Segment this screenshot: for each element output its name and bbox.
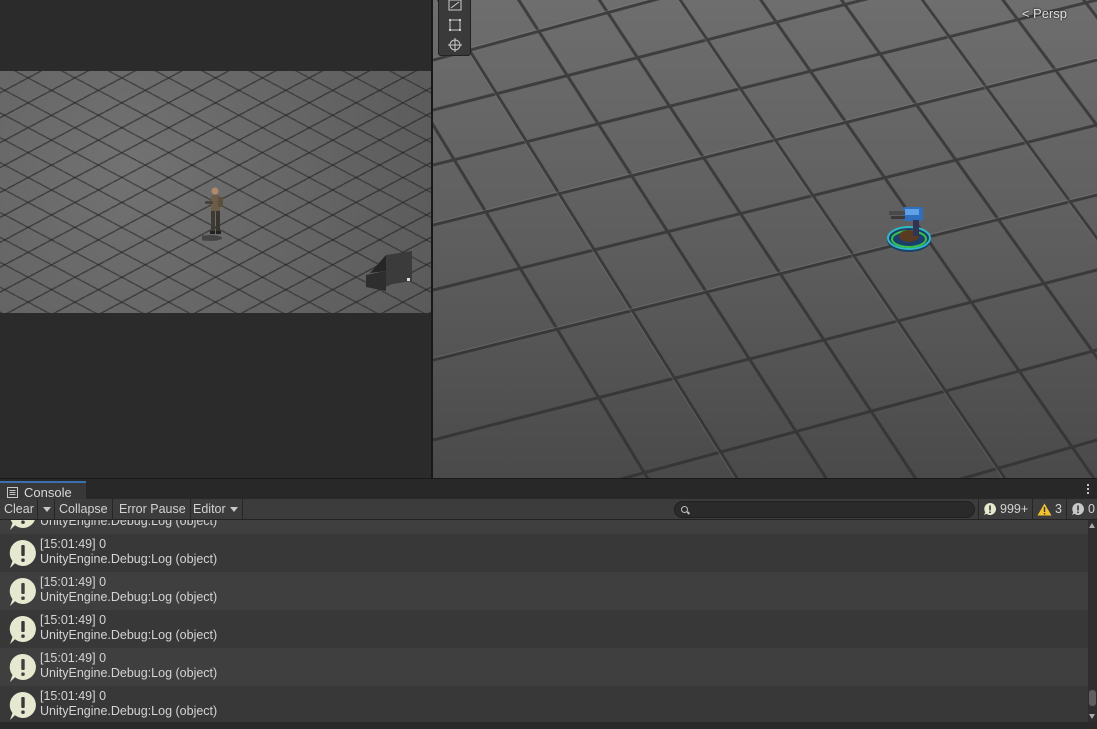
log-entry[interactable]: [15:01:49] 0 UnityEngine.Debug:Log (obje… bbox=[0, 610, 1088, 648]
info-count: 999+ bbox=[1000, 502, 1029, 516]
info-count-toggle[interactable]: 999+ bbox=[978, 499, 1032, 519]
scale-tool-button[interactable] bbox=[443, 0, 467, 14]
unity-editor: < Persp Console Clear Collapse Error Pau… bbox=[0, 0, 1097, 729]
console-panel: Console Clear Collapse Error Pause Edito… bbox=[0, 478, 1097, 729]
info-bubble-icon bbox=[984, 503, 996, 515]
search-icon bbox=[681, 506, 688, 513]
tab-console-label: Console bbox=[24, 484, 72, 500]
warning-count-toggle[interactable]: 3 bbox=[1032, 499, 1066, 519]
log-scrollbar[interactable] bbox=[1088, 520, 1097, 722]
chevron-down-icon bbox=[43, 506, 51, 512]
error-pause-toggle[interactable]: Error Pause bbox=[115, 499, 191, 519]
info-bubble-icon bbox=[9, 691, 36, 720]
log-entry-message: [15:01:49] 0 bbox=[40, 651, 107, 665]
log-entry-message: [15:01:49] 0 bbox=[40, 613, 107, 627]
console-tab-bar: Console bbox=[0, 478, 1097, 501]
log-entry-stack: UnityEngine.Debug:Log (object) bbox=[40, 628, 218, 642]
error-bubble-icon bbox=[1072, 503, 1084, 515]
scroll-up-arrow-icon[interactable] bbox=[1089, 523, 1095, 528]
log-entry-stack: UnityEngine.Debug:Log (object) bbox=[40, 704, 218, 718]
collapse-toggle[interactable]: Collapse bbox=[55, 499, 113, 519]
scene-tool-panel bbox=[438, 0, 471, 56]
console-icon bbox=[7, 486, 18, 498]
scene-floor bbox=[433, 0, 1097, 478]
log-entry-message: [15:01:49] 0 bbox=[40, 689, 107, 703]
console-toolbar: Clear Collapse Error Pause Editor 999+ 3… bbox=[0, 499, 1097, 520]
error-count: 0 bbox=[1088, 502, 1095, 516]
log-entry-message: [15:01:49] 0 bbox=[40, 575, 107, 589]
game-view[interactable] bbox=[0, 0, 431, 478]
log-entry[interactable]: [15:01:49] 0 UnityEngine.Debug:Log (obje… bbox=[0, 572, 1088, 610]
editor-dropdown[interactable]: Editor bbox=[189, 499, 243, 519]
scroll-down-arrow-icon[interactable] bbox=[1089, 714, 1095, 719]
clear-button[interactable]: Clear bbox=[0, 499, 38, 519]
scale-tool-icon bbox=[448, 0, 462, 10]
status-bar bbox=[0, 722, 1097, 729]
tab-console[interactable]: Console bbox=[0, 481, 86, 501]
info-bubble-icon bbox=[9, 577, 36, 606]
transform-tool-icon bbox=[448, 37, 462, 52]
chevron-down-icon bbox=[229, 506, 238, 512]
persp-toggle[interactable]: < Persp bbox=[1022, 6, 1067, 21]
scrollbar-thumb[interactable] bbox=[1089, 690, 1096, 706]
info-bubble-icon bbox=[9, 615, 36, 644]
transform-tool-button[interactable] bbox=[443, 35, 467, 54]
rect-tool-button[interactable] bbox=[443, 15, 467, 34]
clear-label: Clear bbox=[4, 502, 34, 516]
log-list[interactable]: UnityEngine.Debug:Log (object) [15:01:49… bbox=[0, 520, 1088, 722]
game-render[interactable] bbox=[0, 71, 431, 313]
search-input[interactable] bbox=[691, 502, 971, 517]
log-entry-stack: UnityEngine.Debug:Log (object) bbox=[40, 590, 218, 604]
info-bubble-icon bbox=[9, 539, 36, 568]
kebab-menu-icon[interactable] bbox=[1085, 481, 1091, 497]
clear-options-dropdown[interactable] bbox=[38, 499, 55, 519]
game-crate bbox=[366, 251, 412, 291]
error-pause-label: Error Pause bbox=[119, 502, 186, 516]
rect-tool-icon bbox=[449, 18, 461, 31]
log-entry-stack: UnityEngine.Debug:Log (object) bbox=[40, 552, 218, 566]
warning-count: 3 bbox=[1055, 502, 1062, 516]
log-entry-stack: UnityEngine.Debug:Log (object) bbox=[40, 520, 218, 528]
log-entry[interactable]: [15:01:49] 0 UnityEngine.Debug:Log (obje… bbox=[0, 648, 1088, 686]
log-entry-stack: UnityEngine.Debug:Log (object) bbox=[40, 666, 218, 680]
log-entry[interactable]: UnityEngine.Debug:Log (object) bbox=[0, 520, 1088, 534]
editor-label: Editor bbox=[193, 502, 226, 516]
error-count-toggle[interactable]: 0 bbox=[1066, 499, 1097, 519]
log-entry[interactable]: [15:01:49] 0 UnityEngine.Debug:Log (obje… bbox=[0, 686, 1088, 722]
scene-view[interactable]: < Persp bbox=[433, 0, 1097, 478]
info-bubble-icon bbox=[10, 520, 35, 530]
collapse-label: Collapse bbox=[59, 502, 108, 516]
info-bubble-icon bbox=[9, 653, 36, 682]
turret-object[interactable] bbox=[885, 202, 935, 258]
log-entry[interactable]: [15:01:49] 0 UnityEngine.Debug:Log (obje… bbox=[0, 534, 1088, 572]
search-field[interactable] bbox=[674, 501, 975, 518]
log-entry-message: [15:01:49] 0 bbox=[40, 537, 107, 551]
warning-triangle-icon bbox=[1037, 503, 1052, 515]
player-character bbox=[202, 187, 223, 241]
